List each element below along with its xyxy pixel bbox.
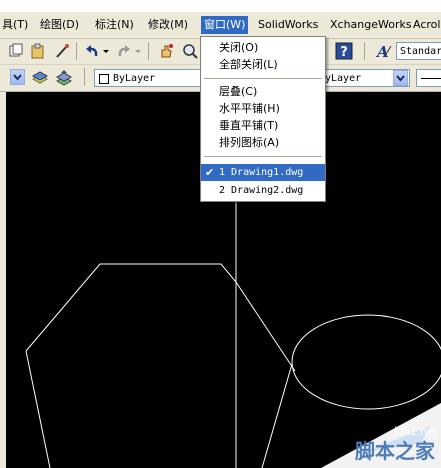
layer-states-icon[interactable] <box>54 68 74 88</box>
linetype-dropdown-arrow[interactable] <box>393 70 408 86</box>
menu-item-document-1[interactable]: ✔ 1 Drawing1.dwg <box>201 164 325 181</box>
pan-icon[interactable] <box>156 41 176 61</box>
menu-item-document-2-label: 2 Drawing2.dwg <box>219 185 304 196</box>
menu-item-arrange-icons[interactable]: 排列图标(A) <box>201 134 325 151</box>
layer-previous-icon[interactable] <box>30 68 50 88</box>
undo-icon[interactable] <box>82 41 102 61</box>
toolbar-separator <box>84 68 85 86</box>
menu-item-tile-vertical-label: 垂直平铺(T) <box>219 119 279 132</box>
cylinder-left-edge <box>261 363 293 468</box>
paste-icon[interactable] <box>28 41 48 61</box>
match-properties-icon[interactable] <box>52 41 72 61</box>
lineweight-line <box>421 78 441 79</box>
help-icon[interactable]: ? <box>334 41 354 61</box>
menu-tools[interactable]: 具(T) <box>2 17 28 33</box>
menu-draw[interactable]: 绘图(D) <box>40 17 79 33</box>
menu-item-tile-horizontal[interactable]: 水平平铺(H) <box>201 100 325 117</box>
polyline-shape <box>25 263 296 372</box>
color-swatch <box>99 74 109 84</box>
copy-icon[interactable] <box>6 41 26 61</box>
svg-text:?: ? <box>340 45 348 60</box>
text-style-icon[interactable]: A <box>374 41 394 61</box>
menu-bar: 具(T) 绘图(D) 标注(N) 修改(M) 窗口(W) SolidWorks … <box>0 12 441 39</box>
menu-item-tile-horizontal-label: 水平平铺(H) <box>219 102 280 115</box>
menu-separator <box>204 78 322 79</box>
watermark-text: 脚本之家 <box>355 439 435 463</box>
menu-item-document-1-label: 1 Drawing1.dwg <box>219 167 304 178</box>
window-top-strip <box>0 0 441 12</box>
lineweight-control-combo[interactable] <box>416 69 441 87</box>
undo-dropdown-icon[interactable] <box>102 41 110 61</box>
menu-item-cascade-label: 层叠(C) <box>219 85 258 98</box>
layer-dropdown-arrow[interactable] <box>10 69 25 85</box>
color-control-combo[interactable]: ByLayer <box>94 69 204 87</box>
canvas-left-border <box>0 92 6 468</box>
check-icon: ✔ <box>205 166 215 179</box>
polyline-left-edge <box>25 350 51 468</box>
menu-item-close-all[interactable]: 全部关闭(L) <box>201 56 325 73</box>
menu-window[interactable]: 窗口(W) <box>201 16 249 34</box>
menu-solidworks[interactable]: SolidWorks <box>258 17 318 33</box>
toolbar-separator <box>148 42 149 60</box>
window-menu-dropdown: 关闭(O) 全部关闭(L) 层叠(C) 水平平铺(H) 垂直平铺(T) 排列图标… <box>200 36 326 202</box>
toolbar-separator <box>76 42 77 60</box>
zoom-icon[interactable] <box>180 41 200 61</box>
menu-item-cascade[interactable]: 层叠(C) <box>201 83 325 100</box>
menu-separator <box>204 156 322 157</box>
text-style-combo[interactable]: Standar <box>396 42 441 60</box>
svg-text:A: A <box>375 43 389 60</box>
ellipse-shape <box>291 314 441 410</box>
menu-item-arrange-icons-label: 排列图标(A) <box>219 136 280 149</box>
menu-item-close[interactable]: 关闭(O) <box>201 39 325 56</box>
menu-dimension[interactable]: 标注(N) <box>95 17 134 33</box>
menu-acrobat[interactable]: Acrol <box>413 17 440 33</box>
redo-dropdown-icon[interactable] <box>134 41 142 61</box>
toolbar-separator <box>364 42 365 60</box>
menu-xchangeworks[interactable]: XchangeWorks <box>330 17 412 33</box>
menu-item-close-label: 关闭(O) <box>219 41 259 54</box>
color-control-value: ByLayer <box>113 73 156 84</box>
menu-item-document-2[interactable]: 2 Drawing2.dwg <box>201 182 325 199</box>
menu-item-tile-vertical[interactable]: 垂直平铺(T) <box>201 117 325 134</box>
menu-item-close-all-label: 全部关闭(L) <box>219 58 278 71</box>
watermark: jb51.net 脚本之家 <box>301 398 441 468</box>
redo-icon[interactable] <box>114 41 134 61</box>
menu-modify[interactable]: 修改(M) <box>148 17 188 33</box>
